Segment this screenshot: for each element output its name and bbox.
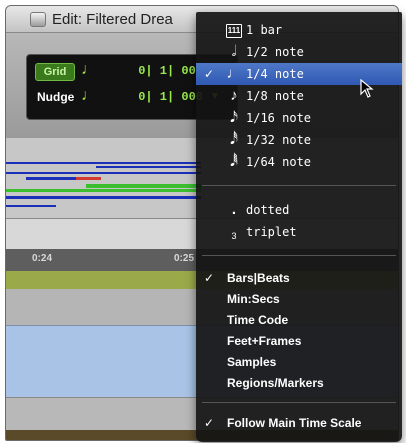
menu-item-label: Feet+Frames bbox=[227, 334, 302, 348]
menu-item-regions-markers[interactable]: Regions/Markers bbox=[196, 372, 402, 394]
sixty-fourth-note-icon: 𝅘𝅥𝅱 bbox=[230, 153, 238, 170]
menu-item-label: 1 bar bbox=[246, 23, 283, 37]
grid-value[interactable]: 0| 1| 000 bbox=[113, 63, 203, 79]
menu-item-label: triplet bbox=[246, 225, 297, 239]
half-note-icon: 𝅗𝅥 bbox=[231, 43, 237, 60]
region-line bbox=[6, 172, 201, 174]
grid-value-menu: 111 1 bar 𝅗𝅥 1/2 note ✓ ♩ 1/4 note ♪ 1/8… bbox=[196, 12, 402, 442]
menu-item-bars-beats[interactable]: ✓ Bars|Beats bbox=[196, 267, 402, 289]
menu-item-time-code[interactable]: Time Code bbox=[196, 309, 402, 331]
menu-item-label: dotted bbox=[246, 203, 290, 217]
menu-item-label: Samples bbox=[227, 355, 277, 369]
checkmark-icon: ✓ bbox=[204, 416, 215, 430]
menu-item-min-secs[interactable]: Min:Secs bbox=[196, 288, 402, 310]
window-icon bbox=[30, 12, 46, 27]
menu-item-thirty-second-note[interactable]: 𝅘𝅥𝅰 1/32 note bbox=[196, 129, 402, 151]
region-line bbox=[96, 166, 201, 168]
thirty-second-note-icon: 𝅘𝅥𝅰 bbox=[230, 131, 238, 148]
region-line bbox=[6, 162, 201, 164]
menu-item-label: Regions/Markers bbox=[227, 376, 324, 390]
quarter-note-icon: ♩ bbox=[226, 65, 242, 82]
menu-item-follow-main-time-scale[interactable]: ✓ Follow Main Time Scale bbox=[196, 412, 402, 434]
region-line bbox=[6, 196, 201, 199]
menu-item-label: Bars|Beats bbox=[227, 271, 290, 285]
nudge-label: Nudge bbox=[37, 90, 75, 104]
eighth-note-icon: ♪ bbox=[230, 87, 238, 104]
grid-button[interactable]: Grid bbox=[35, 63, 75, 81]
ruler-tick: 0:24 bbox=[32, 253, 53, 264]
menu-item-triplet[interactable]: 3 triplet bbox=[196, 221, 402, 243]
menu-item-label: 1/8 note bbox=[246, 89, 304, 103]
menu-item-label: Time Code bbox=[227, 313, 289, 327]
menu-item-1-bar[interactable]: 111 1 bar bbox=[196, 19, 402, 41]
bar-icon: 111 bbox=[226, 24, 242, 38]
nudge-value[interactable]: 0| 1| 000 bbox=[113, 89, 203, 105]
region-line bbox=[6, 189, 201, 192]
triplet-icon: 3 bbox=[231, 231, 237, 241]
menu-item-label: 1/4 note bbox=[246, 67, 304, 81]
menu-item-label: 1/64 note bbox=[246, 155, 312, 169]
mouse-pointer-icon bbox=[360, 79, 374, 98]
menu-item-feet-frames[interactable]: Feet+Frames bbox=[196, 330, 402, 352]
menu-item-sixteenth-note[interactable]: 𝅘𝅥𝅯 1/16 note bbox=[196, 107, 402, 129]
menu-separator bbox=[202, 255, 396, 256]
menu-item-samples[interactable]: Samples bbox=[196, 351, 402, 373]
region-line bbox=[76, 177, 101, 180]
checkmark-icon: ✓ bbox=[204, 271, 215, 285]
menu-item-label: 1/16 note bbox=[246, 111, 312, 125]
menu-item-dotted[interactable]: . dotted bbox=[196, 199, 402, 221]
menu-separator bbox=[202, 185, 396, 186]
dot-icon: . bbox=[231, 201, 237, 218]
menu-separator bbox=[202, 402, 396, 403]
sixteenth-note-icon: 𝅘𝅥𝅯 bbox=[230, 109, 238, 126]
menu-item-label: Min:Secs bbox=[227, 292, 280, 306]
region-line bbox=[86, 184, 201, 188]
window-title: Edit: Filtered Drea bbox=[52, 11, 173, 28]
menu-item-label: 1/32 note bbox=[246, 133, 312, 147]
region-line bbox=[6, 205, 56, 207]
menu-item-half-note[interactable]: 𝅗𝅥 1/2 note bbox=[196, 41, 402, 63]
checkmark-icon: ✓ bbox=[204, 67, 215, 81]
quarter-note-icon: ♩ bbox=[81, 87, 97, 104]
menu-item-label: Follow Main Time Scale bbox=[227, 416, 362, 430]
quarter-note-icon: ♩ bbox=[81, 61, 97, 78]
ruler-tick: 0:25 bbox=[174, 253, 195, 264]
menu-item-label: 1/2 note bbox=[246, 45, 304, 59]
menu-item-sixty-fourth-note[interactable]: 𝅘𝅥𝅱 1/64 note bbox=[196, 151, 402, 173]
